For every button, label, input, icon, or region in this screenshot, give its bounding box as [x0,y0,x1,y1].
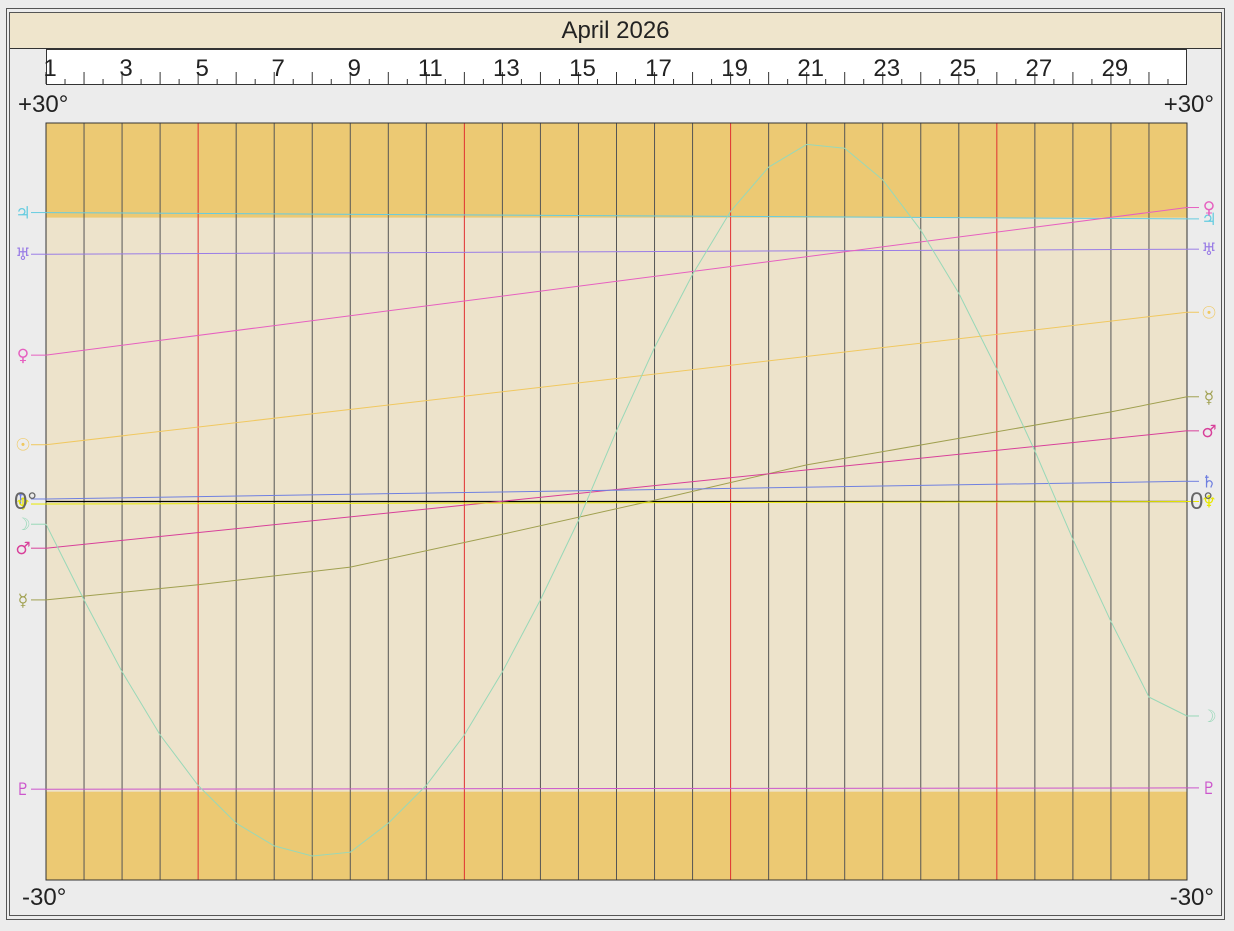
series-symbol-right-3: ☉ [1201,303,1216,323]
day-label-3: 3 [119,55,132,82]
axis-bottom-right-label: -30° [1169,884,1214,911]
day-label-27: 27 [1026,55,1053,82]
series-symbol-left-3: ☉ [15,436,30,456]
series-symbol-left-4: ☿ [18,591,28,611]
series-symbol-right-1: ♅ [1201,240,1216,260]
day-label-25: 25 [949,55,976,82]
day-label-19: 19 [721,55,748,82]
day-label-13: 13 [493,55,520,82]
day-label-11: 11 [418,55,443,82]
series-symbol-left-8: ♇ [15,780,30,800]
series-symbol-left-1: ♅ [15,245,30,265]
series-symbol-left-5: ♂ [15,539,30,559]
series-symbol-right-8: ♇ [1201,779,1216,799]
day-label-1: 1 [43,55,56,82]
series-symbol-left-9: ☽ [15,515,30,535]
axis-zero-left-label: 0° [14,488,37,515]
series-symbol-right-5: ♂ [1201,422,1216,442]
series-symbol-right-4: ☿ [1204,388,1214,408]
axis-bottom-left-label: -30° [22,884,67,911]
series-symbol-right-9: ☽ [1201,707,1216,727]
series-symbol-left-0: ♃ [15,204,30,224]
day-label-9: 9 [348,55,361,82]
day-label-15: 15 [569,55,596,82]
axis-top-right-label: +30° [1163,91,1214,118]
day-label-17: 17 [645,55,672,82]
ephemeris-chart: 1 3 5 7 9 11 13 15 17 19 21 23 25 27 29♃ ♃♅ ♅♀♀☉☉☿☿♂♂♄♄♆… [15,55,1217,881]
day-label-7: 7 [272,55,285,82]
day-label-23: 23 [873,55,900,82]
series-symbol-left-2: ♀ [17,346,29,366]
axis-zero-right-label: 0° [1190,488,1213,515]
day-label-29: 29 [1102,55,1129,82]
axis-top-left-label: +30° [18,91,69,118]
day-label-5: 5 [195,55,208,82]
day-label-21: 21 [797,55,824,82]
series-symbol-right-2: ♀ [1203,199,1215,219]
